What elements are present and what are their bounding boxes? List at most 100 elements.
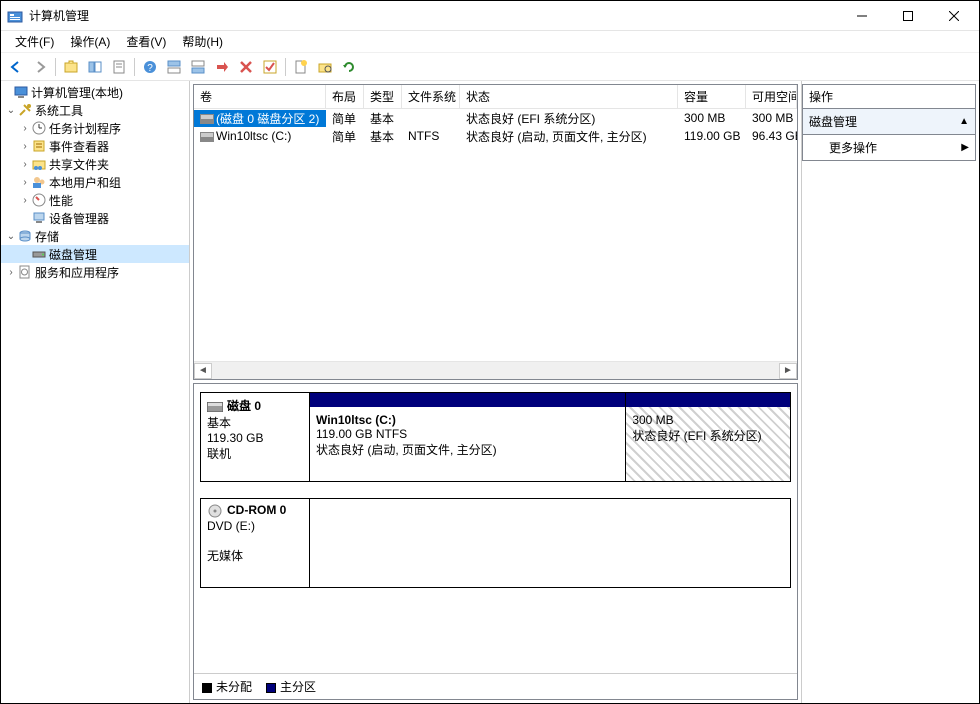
col-free[interactable]: 可用空间 — [746, 85, 797, 108]
scroll-left-button[interactable]: ◄ — [194, 363, 212, 379]
actions-pane: 操作 磁盘管理▲ 更多操作▶ — [802, 84, 976, 700]
menu-file[interactable]: 文件(F) — [7, 31, 62, 52]
col-status[interactable]: 状态 — [460, 85, 678, 108]
properties-button[interactable] — [108, 56, 130, 78]
tree-system-tools[interactable]: ⌄系统工具 — [1, 101, 189, 119]
view-bottom-button[interactable] — [187, 56, 209, 78]
partition-c[interactable]: Win10ltsc (C:) 119.00 GB NTFS 状态良好 (启动, … — [310, 392, 626, 482]
scroll-track[interactable] — [212, 363, 779, 379]
event-icon — [31, 138, 47, 154]
tree-label: 服务和应用程序 — [35, 264, 119, 281]
new-button[interactable] — [290, 56, 312, 78]
menu-help[interactable]: 帮助(H) — [174, 31, 231, 52]
menubar: 文件(F) 操作(A) 查看(V) 帮助(H) — [1, 31, 979, 53]
disk-info[interactable]: CD-ROM 0 DVD (E:) 无媒体 — [200, 498, 310, 588]
expand-icon[interactable]: › — [19, 177, 31, 188]
partition-bar — [310, 393, 625, 407]
cdrom-icon — [207, 503, 223, 519]
help-button[interactable]: ? — [139, 56, 161, 78]
partition-capacity: 119.00 GB NTFS — [316, 427, 619, 441]
col-capacity[interactable]: 容量 — [678, 85, 746, 108]
expand-icon[interactable]: › — [19, 195, 31, 206]
chevron-right-icon: ▶ — [961, 142, 969, 153]
tree-task-scheduler[interactable]: ›任务计划程序 — [1, 119, 189, 137]
volume-body[interactable]: (磁盘 0 磁盘分区 2) 简单 基本 状态良好 (EFI 系统分区) 300 … — [194, 109, 797, 361]
performance-icon — [31, 192, 47, 208]
disk-type: 基本 — [207, 414, 303, 431]
tree-label: 设备管理器 — [49, 210, 109, 227]
shared-folder-icon — [31, 156, 47, 172]
minimize-button[interactable] — [839, 1, 885, 31]
tree-disk-management[interactable]: 磁盘管理 — [1, 245, 189, 263]
disk-state: 联机 — [207, 445, 303, 462]
horizontal-scrollbar[interactable]: ◄ ► — [194, 361, 797, 379]
close-button[interactable] — [931, 1, 977, 31]
menu-view[interactable]: 查看(V) — [118, 31, 174, 52]
volume-row[interactable]: Win10ltsc (C:) 简单 基本 NTFS 状态良好 (启动, 页面文件… — [194, 127, 797, 145]
volume-list: 卷 布局 类型 文件系统 状态 容量 可用空间 (磁盘 0 磁盘分区 2) 简单… — [193, 84, 798, 380]
expand-icon[interactable]: › — [19, 159, 31, 170]
settings-button[interactable] — [211, 56, 233, 78]
disk-row[interactable]: CD-ROM 0 DVD (E:) 无媒体 — [200, 498, 791, 588]
disk-icon — [207, 402, 223, 412]
tree-services[interactable]: › 服务和应用程序 — [1, 263, 189, 281]
partition-status: 状态良好 (EFI 系统分区) — [632, 427, 784, 444]
delete-button[interactable] — [235, 56, 257, 78]
menu-action[interactable]: 操作(A) — [62, 31, 118, 52]
expand-icon[interactable]: › — [5, 267, 17, 278]
tree-pane[interactable]: 计算机管理(本地) ⌄系统工具 ›任务计划程序 › 事件查看器 › 共享文件夹 ›本… — [1, 81, 190, 703]
cdrom-state: 无媒体 — [207, 547, 303, 564]
empty-partition[interactable] — [310, 498, 791, 588]
chevron-up-icon: ▲ — [959, 116, 969, 127]
up-button[interactable] — [60, 56, 82, 78]
tree-local-users[interactable]: ›本地用户和组 — [1, 173, 189, 191]
tree-storage[interactable]: ⌄存储 — [1, 227, 189, 245]
maximize-button[interactable] — [885, 1, 931, 31]
volume-row[interactable]: (磁盘 0 磁盘分区 2) 简单 基本 状态良好 (EFI 系统分区) 300 … — [194, 109, 797, 127]
window-title: 计算机管理 — [29, 7, 839, 24]
col-volume[interactable]: 卷 — [194, 85, 326, 108]
legend-swatch-black — [202, 683, 212, 693]
app-window: 计算机管理 文件(F) 操作(A) 查看(V) 帮助(H) ? 计算机管理( — [0, 0, 980, 704]
tree-label: 磁盘管理 — [49, 246, 97, 263]
collapse-icon[interactable]: ⌄ — [5, 105, 17, 116]
tree-shared-folders[interactable]: › 共享文件夹 — [1, 155, 189, 173]
view-top-button[interactable] — [163, 56, 185, 78]
volume-name: (磁盘 0 磁盘分区 2) — [216, 112, 319, 126]
collapse-icon[interactable]: ⌄ — [5, 231, 17, 242]
volume-free: 96.43 GB — [746, 129, 797, 143]
partition-name: Win10ltsc (C:) — [316, 413, 619, 427]
tree-root[interactable]: 计算机管理(本地) — [1, 83, 189, 101]
disk-graphical-panel: 磁盘 0 基本 119.30 GB 联机 Win10ltsc (C:) 119.… — [193, 383, 798, 700]
center-pane: 卷 布局 类型 文件系统 状态 容量 可用空间 (磁盘 0 磁盘分区 2) 简单… — [190, 81, 802, 703]
disk-name: 磁盘 0 — [227, 399, 261, 413]
show-hide-tree-button[interactable] — [84, 56, 106, 78]
tree-device-manager[interactable]: 设备管理器 — [1, 209, 189, 227]
refresh-button[interactable] — [338, 56, 360, 78]
clock-icon — [31, 120, 47, 136]
forward-button[interactable] — [29, 56, 51, 78]
tree-event-viewer[interactable]: › 事件查看器 — [1, 137, 189, 155]
expand-icon[interactable]: › — [19, 123, 31, 134]
actions-more[interactable]: 更多操作 ▶ — [802, 135, 976, 161]
device-icon — [31, 210, 47, 226]
legend: 未分配 主分区 — [194, 673, 797, 699]
partition-efi[interactable]: 300 MB 状态良好 (EFI 系统分区) — [626, 392, 791, 482]
actions-more-label: 更多操作 — [829, 139, 877, 156]
actions-section[interactable]: 磁盘管理▲ — [802, 109, 976, 135]
col-type[interactable]: 类型 — [364, 85, 402, 108]
expand-icon[interactable]: › — [19, 141, 31, 152]
back-button[interactable] — [5, 56, 27, 78]
check-button[interactable] — [259, 56, 281, 78]
folder-search-button[interactable] — [314, 56, 336, 78]
tree-performance[interactable]: ›性能 — [1, 191, 189, 209]
scroll-right-button[interactable]: ► — [779, 363, 797, 379]
disk-info[interactable]: 磁盘 0 基本 119.30 GB 联机 — [200, 392, 310, 482]
main-area: 计算机管理(本地) ⌄系统工具 ›任务计划程序 › 事件查看器 › 共享文件夹 ›本… — [1, 81, 979, 703]
tree-label: 共享文件夹 — [49, 156, 109, 173]
col-layout[interactable]: 布局 — [326, 85, 364, 108]
toolbar-separator — [55, 58, 56, 76]
tree-label: 事件查看器 — [49, 138, 109, 155]
col-filesystem[interactable]: 文件系统 — [402, 85, 460, 108]
disk-row[interactable]: 磁盘 0 基本 119.30 GB 联机 Win10ltsc (C:) 119.… — [200, 392, 791, 482]
